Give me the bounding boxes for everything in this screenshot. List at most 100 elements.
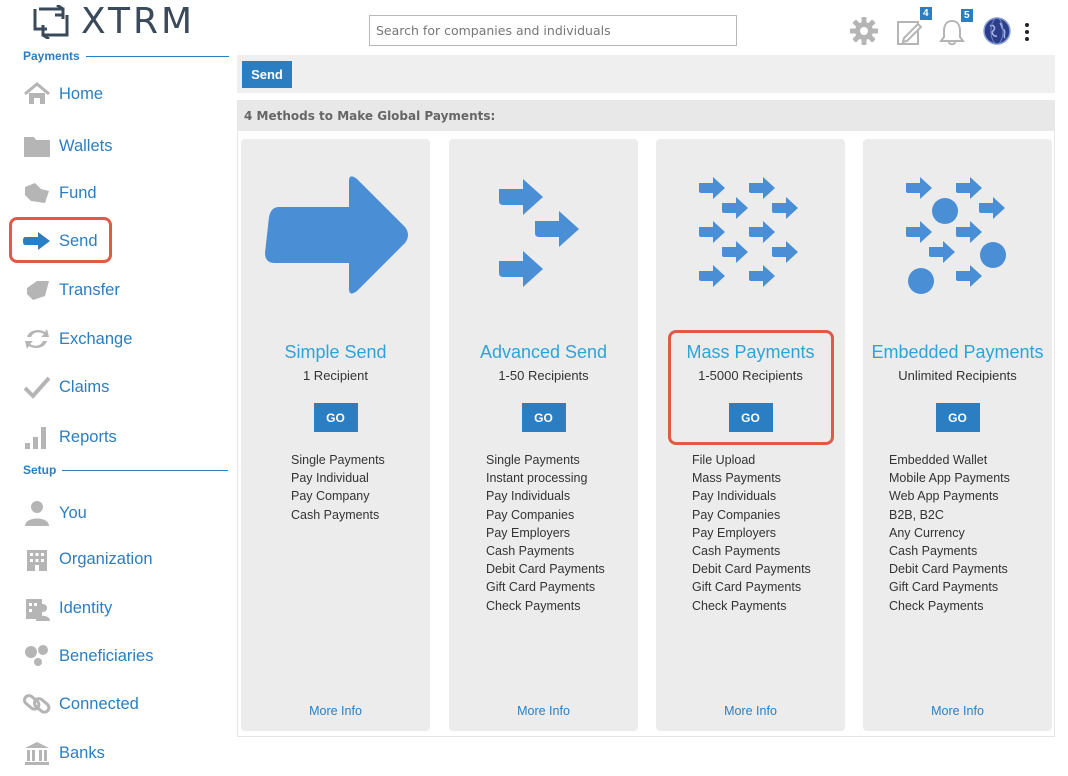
list-item: Cash Payments [692, 544, 781, 559]
list-item: Cash Payments [291, 507, 380, 522]
embedded-payments-icon [906, 177, 1006, 294]
list-item: Pay Individuals [486, 489, 571, 504]
sidebar-item-send[interactable]: Send [22, 223, 98, 259]
sidebar-item-label: Transfer [59, 280, 120, 299]
user-icon [22, 499, 52, 527]
bank-icon [22, 739, 52, 767]
list-item: Pay Companies [692, 507, 781, 522]
sidebar-item-label: Fund [59, 183, 97, 202]
list-item: Pay Companies [486, 507, 575, 522]
sidebar-item-fund[interactable]: Fund [22, 175, 97, 211]
home-icon [22, 80, 52, 108]
go-button[interactable]: GO [935, 403, 980, 432]
search-input[interactable] [369, 15, 737, 46]
bell-icon[interactable] [939, 18, 965, 46]
sidebar-item-claims[interactable]: Claims [22, 369, 109, 405]
send-arrow-icon [22, 227, 52, 255]
sidebar-item-identity[interactable]: Identity [22, 590, 112, 626]
divider [62, 469, 229, 471]
go-button[interactable]: GO [521, 403, 566, 432]
sidebar-item-label: Beneficiaries [59, 646, 154, 665]
tab-bar [237, 55, 1055, 93]
gear-icon[interactable] [849, 16, 879, 46]
folder-icon [22, 132, 52, 160]
list-item: Any Currency [889, 525, 965, 540]
sidebar-item-exchange[interactable]: Exchange [22, 321, 132, 357]
check-icon [22, 373, 52, 401]
list-item: B2B, B2C [889, 507, 944, 522]
payment-method-card-embedded-payments: Embedded Payments Unlimited Recipients G… [863, 139, 1052, 731]
edit-badge: 4 [920, 7, 932, 20]
fund-icon [22, 179, 52, 207]
list-item: Instant processing [486, 471, 588, 486]
sidebar-item-connected[interactable]: Connected [22, 686, 139, 722]
feature-list: Embedded Wallet Mobile App Payments Web … [889, 451, 1010, 615]
app-logo[interactable]: XTRM [33, 2, 195, 42]
section-title: 4 Methods to Make Global Payments: [237, 100, 1055, 131]
sidebar-item-reports[interactable]: Reports [22, 419, 117, 455]
feature-list: Single Payments Pay Individual Pay Compa… [291, 451, 385, 524]
more-vertical-icon[interactable] [1023, 22, 1031, 42]
list-item: Web App Payments [889, 489, 999, 504]
card-subtitle: 1 Recipient [302, 368, 369, 383]
list-item: Cash Payments [486, 544, 575, 559]
list-item: Debit Card Payments [486, 562, 605, 577]
mass-payments-highlight-box [668, 330, 834, 445]
simple-send-arrow-icon [265, 176, 408, 294]
card-subtitle: 1-50 Recipients [498, 368, 589, 383]
sidebar-item-label: Organization [59, 549, 153, 568]
mass-payments-arrows-icon [699, 177, 798, 287]
bar-chart-icon [22, 423, 52, 451]
list-item: Pay Employers [486, 525, 571, 540]
sidebar-item-banks[interactable]: Banks [22, 735, 105, 771]
feature-list: File Upload Mass Payments Pay Individual… [692, 451, 811, 615]
list-item: Pay Individuals [692, 489, 777, 504]
sidebar-item-label: You [59, 503, 87, 522]
sidebar-item-organization[interactable]: Organization [22, 541, 153, 577]
list-item: Gift Card Payments [486, 580, 596, 595]
more-info-link[interactable]: More Info [656, 704, 845, 718]
list-item: Single Payments [486, 453, 580, 467]
list-item: Pay Employers [692, 525, 777, 540]
go-button[interactable]: GO [313, 403, 358, 432]
card-title: Embedded Payments [871, 342, 1044, 362]
list-item: Pay Company [291, 489, 370, 504]
exchange-icon [22, 325, 52, 353]
divider [85, 55, 229, 57]
sidebar-item-you[interactable]: You [22, 495, 87, 531]
sidebar-item-home[interactable]: Home [22, 76, 103, 112]
tab-send[interactable]: Send [242, 61, 292, 88]
more-info-link[interactable]: More Info [449, 704, 638, 718]
list-item: Mobile App Payments [889, 471, 1010, 486]
list-item: Check Payments [889, 598, 984, 613]
sidebar-item-label: Wallets [59, 136, 113, 155]
list-item: Mass Payments [692, 471, 781, 486]
sidebar-item-beneficiaries[interactable]: Beneficiaries [22, 638, 153, 674]
card-title: Advanced Send [479, 342, 608, 362]
globe-avatar[interactable] [982, 16, 1012, 46]
sidebar-item-label: Claims [59, 377, 110, 396]
sidebar-item-label: Identity [59, 598, 113, 617]
beneficiaries-icon [22, 642, 52, 670]
payment-method-card-simple-send: Simple Send 1 Recipient GO Single Paymen… [241, 139, 430, 731]
sidebar-item-label: Send [59, 231, 98, 250]
more-info-link[interactable]: More Info [241, 704, 430, 718]
sidebar-item-transfer[interactable]: Transfer [22, 272, 120, 308]
card-subtitle: Unlimited Recipients [898, 368, 1017, 383]
advanced-send-arrows-icon [499, 179, 579, 287]
logo-text: XTRM [81, 1, 196, 42]
sidebar-item-label: Reports [59, 427, 117, 446]
card-title: Simple Send [284, 342, 387, 362]
payments-section-heading: Payments [23, 49, 229, 63]
building-icon [22, 545, 52, 573]
sidebar-item-label: Exchange [59, 329, 133, 348]
bell-badge: 5 [961, 9, 973, 22]
list-item: Pay Individual [291, 471, 369, 486]
setup-section-heading: Setup [23, 463, 229, 477]
payments-heading-text: Payments [23, 49, 80, 63]
list-item: Single Payments [291, 453, 385, 467]
edit-icon[interactable] [896, 18, 924, 46]
more-info-link[interactable]: More Info [863, 704, 1052, 718]
feature-list: Single Payments Instant processing Pay I… [486, 451, 605, 615]
sidebar-item-wallets[interactable]: Wallets [22, 128, 112, 164]
